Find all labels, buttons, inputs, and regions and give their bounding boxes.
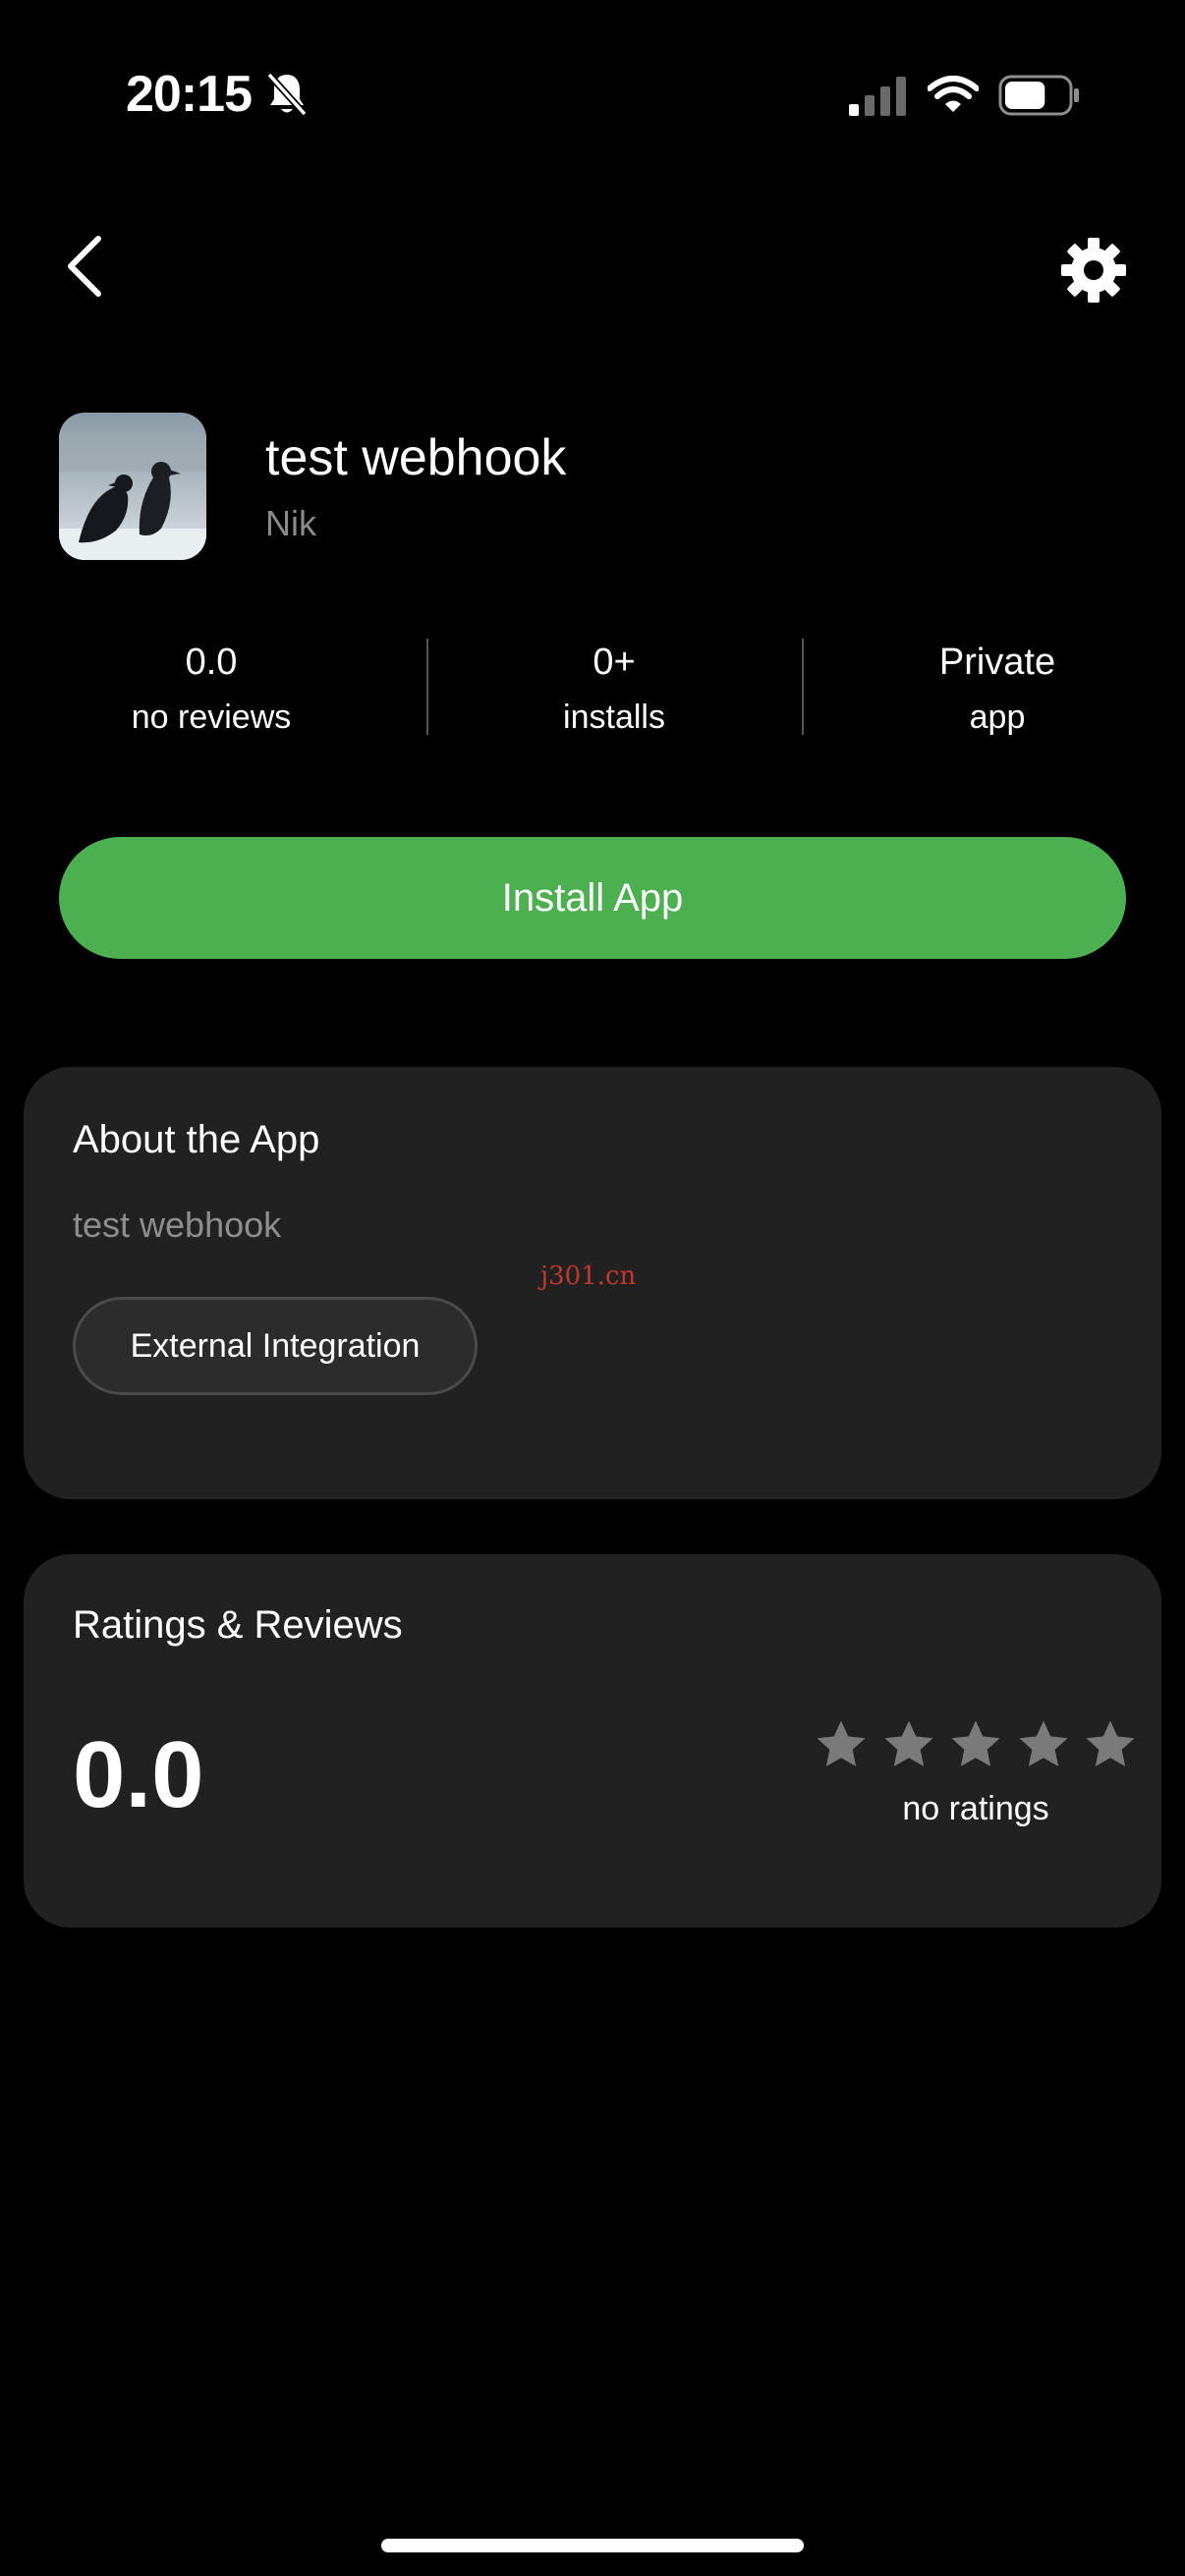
star-icon [1019,1720,1067,1766]
rating-value: 0.0 [73,1722,204,1827]
app-title: test webhook [265,429,567,486]
battery-icon [998,75,1079,116]
stat-visibility: Private app [845,635,1150,745]
stat-label: no reviews [131,699,292,736]
stat-label: app [969,699,1026,736]
stat-value: 0.0 [185,642,238,683]
stat-label: installs [563,699,665,736]
back-button[interactable] [55,232,114,301]
chevron-left-icon [68,236,101,297]
cellular-signal-icon [849,77,906,116]
stat-divider [426,639,428,735]
status-time: 20:15 [126,66,253,123]
star-icon [951,1720,1000,1766]
star-icon [884,1720,932,1766]
stat-value: 0+ [592,642,636,683]
stat-divider [802,639,804,735]
about-description: test webhook [73,1204,282,1245]
stat-installs: 0+ installs [462,635,766,745]
gear-icon[interactable] [1061,238,1126,303]
star-icon [817,1720,866,1766]
wifi-icon [928,76,979,112]
stat-value: Private [938,642,1056,683]
watermark: j301.cn [540,1261,637,1291]
ratings-title: Ratings & Reviews [73,1603,403,1647]
about-card: About the App test webhook j301.cn Exter… [24,1067,1161,1499]
star-rating [814,1717,1138,1776]
install-app-button[interactable]: Install App [59,837,1126,959]
app-author: Nik [265,503,316,543]
category-tag-chip[interactable]: External Integration [73,1297,478,1395]
star-icon [1086,1720,1135,1766]
stat-reviews: 0.0 no reviews [59,635,364,745]
ratings-card: Ratings & Reviews 0.0 no ratings [24,1554,1161,1928]
home-indicator[interactable] [381,2539,804,2552]
stats-row: 0.0 no reviews 0+ installs Private app [0,629,1185,747]
about-title: About the App [73,1118,320,1161]
app-icon [59,413,206,560]
status-bar: 20:15 [0,0,1185,196]
bell-slash-icon [266,72,308,117]
ratings-caption: no ratings [902,1790,1049,1827]
